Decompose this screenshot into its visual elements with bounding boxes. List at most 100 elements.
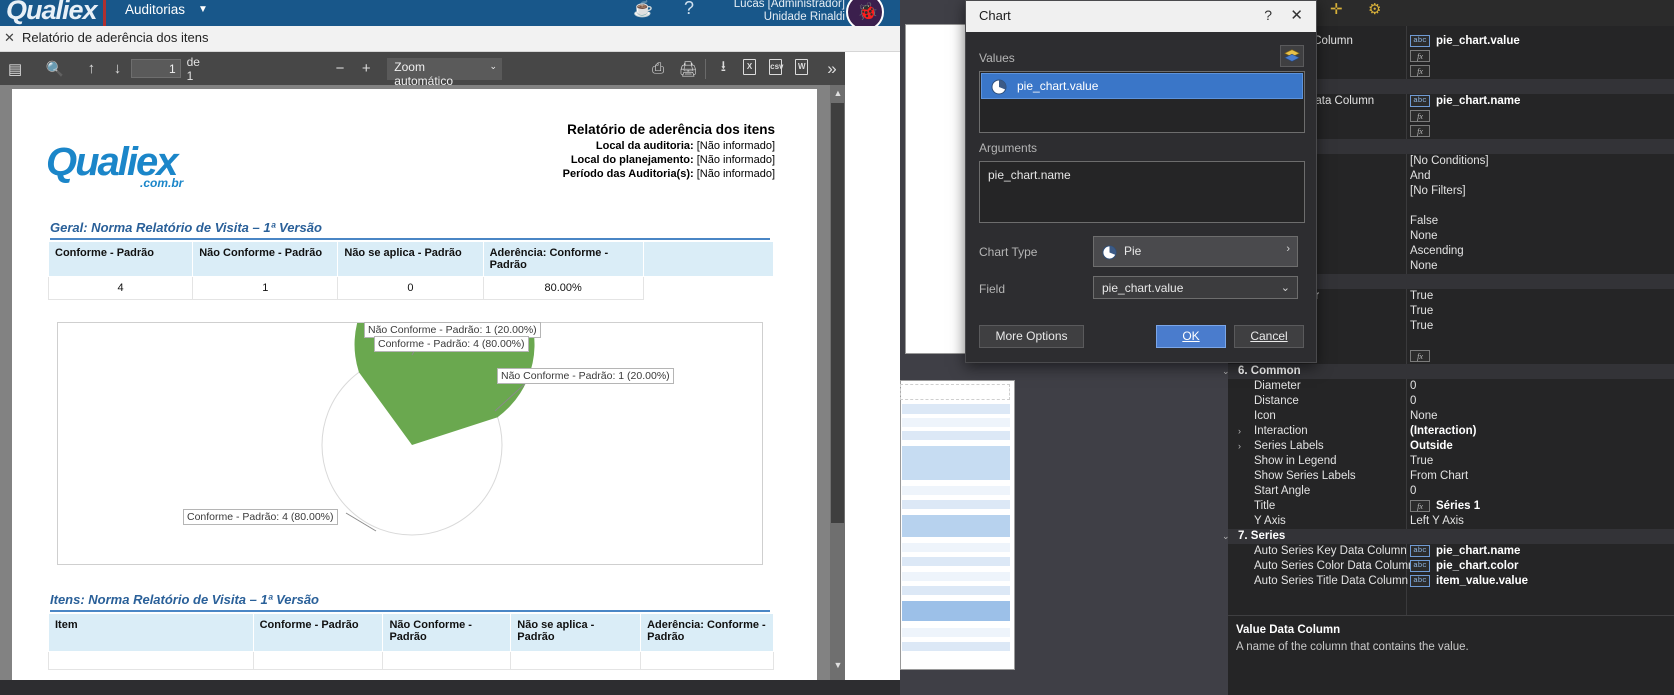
- chart-dialog[interactable]: Chart ? ✕ Values pie_chart.value Argumen…: [965, 0, 1317, 363]
- search-icon[interactable]: 🔍: [42, 60, 68, 78]
- abc-badge-icon[interactable]: abc: [1410, 95, 1430, 107]
- property-value[interactable]: And: [1410, 170, 1430, 182]
- property-value[interactable]: 0: [1410, 485, 1416, 497]
- page-number-input[interactable]: [130, 59, 181, 78]
- expander-icon[interactable]: ›: [1238, 441, 1241, 451]
- property-value[interactable]: pie_chart.value: [1436, 35, 1520, 47]
- abc-badge-icon[interactable]: abc: [1410, 35, 1430, 47]
- property-row[interactable]: Show in Legend True: [1228, 454, 1674, 469]
- property-value[interactable]: True: [1410, 455, 1433, 467]
- property-row[interactable]: ⌄ 7. Series: [1222, 529, 1674, 544]
- property-row[interactable]: Auto Series Title Data Column abc item_val…: [1228, 574, 1674, 589]
- property-value[interactable]: True: [1410, 320, 1433, 332]
- abc-badge-icon[interactable]: abc: [1410, 545, 1430, 557]
- gear-icon[interactable]: ⚙: [1368, 0, 1381, 18]
- property-row[interactable]: Diameter 0: [1228, 379, 1674, 394]
- property-row[interactable]: › Interaction (Interaction): [1228, 424, 1674, 439]
- expander-icon[interactable]: ⌄: [1222, 366, 1230, 377]
- page-down-icon[interactable]: ↓: [104, 60, 130, 77]
- help-icon[interactable]: ?: [684, 0, 694, 19]
- property-value[interactable]: None: [1410, 410, 1438, 422]
- qualiex-logo: Qualiex: [6, 0, 98, 25]
- fx-badge-icon[interactable]: fx: [1410, 50, 1430, 62]
- excel-icon[interactable]: X: [736, 59, 762, 78]
- property-value[interactable]: Left Y Axis: [1410, 515, 1464, 527]
- fx-badge-icon[interactable]: fx: [1410, 65, 1430, 77]
- section-title-itens: Itens: Norma Relatório de Visita – 1ª Ve…: [50, 592, 319, 607]
- property-row[interactable]: Title fx Séries 1: [1228, 499, 1674, 514]
- canvas-grid-band: [902, 404, 1010, 414]
- property-value[interactable]: [No Filters]: [1410, 185, 1466, 197]
- scroll-up-icon[interactable]: ▲: [832, 88, 844, 101]
- property-value[interactable]: True: [1410, 305, 1433, 317]
- print-icon[interactable]: 🖨: [675, 60, 701, 78]
- property-value[interactable]: pie_chart.name: [1436, 545, 1520, 557]
- ok-button[interactable]: OK: [1156, 325, 1226, 348]
- layers-button[interactable]: [1280, 45, 1304, 67]
- csv-icon[interactable]: csv: [763, 59, 789, 78]
- property-value[interactable]: From Chart: [1410, 470, 1468, 482]
- more-tools-icon[interactable]: »: [819, 59, 845, 79]
- property-value[interactable]: Séries 1: [1436, 500, 1480, 512]
- page-up-icon[interactable]: ↑: [78, 60, 104, 77]
- property-value[interactable]: None: [1410, 260, 1438, 272]
- chevron-down-icon[interactable]: ▼: [198, 4, 208, 15]
- zoom-in-button[interactable]: +: [353, 60, 379, 77]
- menu-auditorias[interactable]: Auditorias: [125, 2, 185, 17]
- arguments-list-item-label[interactable]: pie_chart.name: [988, 168, 1071, 182]
- fx-badge-icon[interactable]: fx: [1410, 500, 1430, 512]
- property-value[interactable]: (Interaction): [1410, 425, 1476, 437]
- more-options-button[interactable]: More Options: [979, 325, 1084, 348]
- field-select[interactable]: pie_chart.value ⌄: [1093, 276, 1298, 299]
- property-value[interactable]: pie_chart.color: [1436, 560, 1518, 572]
- property-row[interactable]: Start Angle 0: [1228, 484, 1674, 499]
- property-value[interactable]: 0: [1410, 395, 1416, 407]
- property-value[interactable]: pie_chart.name: [1436, 95, 1520, 107]
- zoom-level-select[interactable]: Zoom automático ⌄: [387, 57, 503, 88]
- download-pdf-icon[interactable]: ⭳: [710, 56, 736, 81]
- property-value[interactable]: Ascending: [1410, 245, 1464, 257]
- property-value[interactable]: False: [1410, 215, 1438, 227]
- close-icon[interactable]: ✕: [4, 30, 15, 46]
- word-icon[interactable]: W: [789, 59, 815, 78]
- property-row[interactable]: Distance 0: [1228, 394, 1674, 409]
- property-row[interactable]: Auto Series Color Data Column abc pie_char…: [1228, 559, 1674, 574]
- expander-icon[interactable]: ⌄: [1222, 531, 1230, 542]
- property-row[interactable]: Y Axis Left Y Axis: [1228, 514, 1674, 529]
- header-divider: [103, 0, 106, 26]
- zoom-out-button[interactable]: −: [327, 60, 353, 77]
- property-value[interactable]: None: [1410, 230, 1438, 242]
- user-info[interactable]: Lucas [Administrador] Unidade Rinaldi: [715, 0, 845, 24]
- property-row[interactable]: Auto Series Key Data Column abc pie_chart.…: [1228, 544, 1674, 559]
- tab-title[interactable]: Relatório de aderência dos itens: [22, 30, 208, 45]
- property-row[interactable]: › Series Labels Outside: [1228, 439, 1674, 454]
- scroll-down-icon[interactable]: ▼: [832, 660, 844, 673]
- property-row[interactable]: ⌄ 6. Common: [1222, 364, 1674, 379]
- abc-badge-icon[interactable]: abc: [1410, 560, 1430, 572]
- property-value[interactable]: item_value.value: [1436, 575, 1528, 587]
- property-value[interactable]: [No Conditions]: [1410, 155, 1489, 167]
- toolbar-icon-a[interactable]: ✛: [1330, 0, 1343, 18]
- cancel-button[interactable]: Cancel: [1234, 325, 1304, 348]
- property-row[interactable]: Icon None: [1228, 409, 1674, 424]
- canvas-grid-band: [902, 446, 1010, 480]
- presentation-icon[interactable]: ⎙: [645, 60, 671, 77]
- pdf-scrollbar-thumb[interactable]: [831, 103, 844, 523]
- property-value[interactable]: True: [1410, 290, 1433, 302]
- fx-badge-icon[interactable]: fx: [1410, 125, 1430, 137]
- arguments-listbox[interactable]: pie_chart.name: [979, 161, 1305, 223]
- values-list-item-selected[interactable]: pie_chart.value: [981, 73, 1303, 99]
- property-value[interactable]: Outside: [1410, 440, 1453, 452]
- property-row[interactable]: Show Series Labels From Chart: [1228, 469, 1674, 484]
- expander-icon[interactable]: ›: [1238, 426, 1241, 436]
- fx-badge-icon[interactable]: fx: [1410, 110, 1430, 122]
- property-value[interactable]: 0: [1410, 380, 1416, 392]
- abc-badge-icon[interactable]: abc: [1410, 575, 1430, 587]
- sidebar-toggle-icon[interactable]: ▤: [2, 60, 28, 78]
- close-icon[interactable]: ✕: [1290, 6, 1303, 24]
- coffee-icon[interactable]: ☕: [633, 0, 653, 19]
- values-listbox[interactable]: pie_chart.value: [979, 71, 1305, 133]
- chart-type-select[interactable]: Pie ›: [1093, 236, 1298, 267]
- help-icon[interactable]: ?: [1264, 7, 1272, 23]
- fx-badge-icon[interactable]: fx: [1410, 350, 1430, 362]
